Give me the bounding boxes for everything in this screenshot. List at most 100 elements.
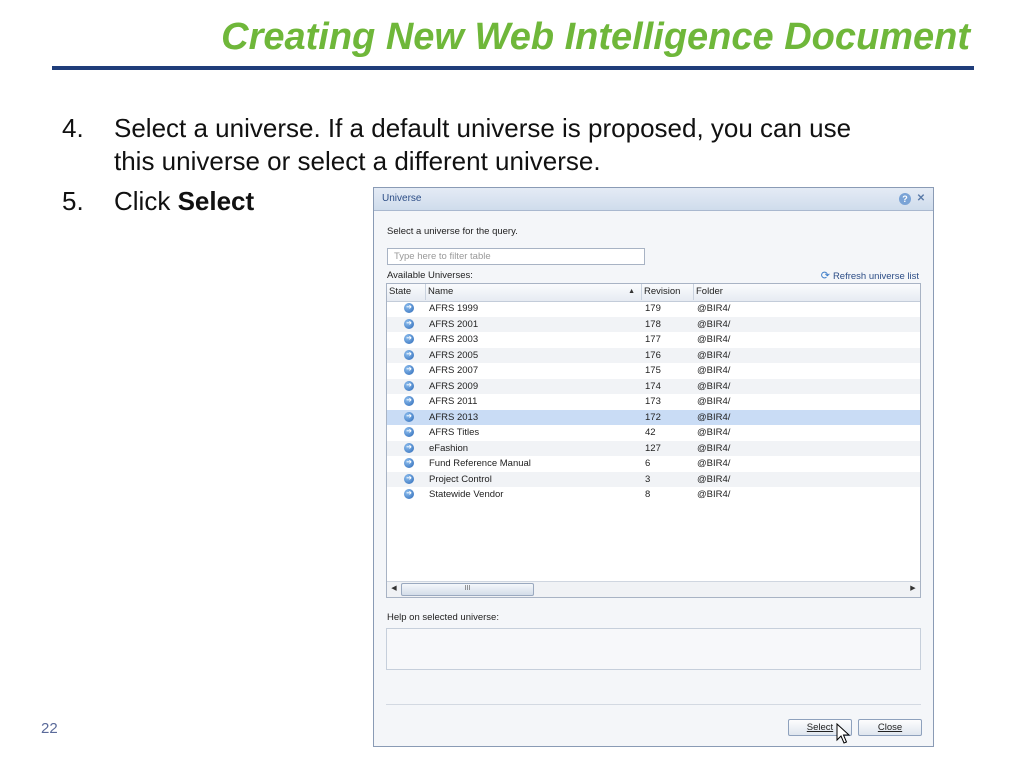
scroll-left-icon[interactable]: ◀ bbox=[388, 583, 400, 595]
refresh-universe-list-link[interactable]: ⟳ Refresh universe list bbox=[821, 269, 919, 282]
cell-folder: @BIR4/ bbox=[697, 411, 731, 423]
universe-state-icon: ➜ bbox=[404, 489, 414, 499]
help-icon[interactable]: ? bbox=[899, 193, 911, 205]
cell-name: AFRS Titles bbox=[429, 427, 480, 438]
select-button-label: Select bbox=[806, 722, 834, 733]
table-row[interactable]: ➜ Statewide Vendor 8 @BIR4/ bbox=[387, 487, 920, 503]
cell-revision: 174 bbox=[645, 380, 661, 392]
refresh-icon: ⟳ bbox=[820, 270, 830, 282]
available-universes-label: Available Universes: bbox=[387, 270, 473, 281]
universe-state-icon: ➜ bbox=[404, 365, 414, 375]
universe-state-icon: ➜ bbox=[404, 458, 414, 468]
cell-name: eFashion bbox=[429, 442, 469, 454]
close-icon[interactable]: ✕ bbox=[915, 193, 927, 205]
cell-revision: 176 bbox=[645, 349, 661, 361]
filter-input[interactable] bbox=[387, 248, 645, 265]
cell-folder: @BIR4/ bbox=[697, 458, 731, 469]
cell-name: Project Control bbox=[429, 473, 492, 485]
cell-name: AFRS 2001 bbox=[429, 318, 479, 330]
page-number: 22 bbox=[41, 720, 58, 737]
universe-state-icon: ➜ bbox=[404, 473, 414, 484]
table-row[interactable]: ➜ AFRS 2013 172 @BIR4/ bbox=[387, 409, 920, 425]
table-row[interactable]: ➜ eFashion 127 @BIR4/ bbox=[387, 440, 920, 456]
cell-folder: @BIR4/ bbox=[697, 365, 731, 376]
table-row[interactable]: ➜ Project Control 3 @BIR4/ bbox=[387, 471, 920, 487]
universe-state-icon: ➜ bbox=[404, 427, 414, 437]
cell-folder: @BIR4/ bbox=[697, 303, 731, 314]
sort-ascending-icon: ▲ bbox=[628, 288, 635, 295]
step-text-line-2: this universe or select a different univ… bbox=[114, 146, 601, 176]
close-button[interactable]: Close bbox=[858, 719, 922, 736]
column-header-folder[interactable]: Folder bbox=[694, 284, 920, 300]
step-text: Click Select bbox=[114, 185, 254, 218]
cell-name: AFRS 2003 bbox=[429, 334, 479, 345]
universe-state-icon: ➜ bbox=[404, 303, 414, 313]
universe-state-icon: ➜ bbox=[404, 380, 414, 391]
cell-folder: @BIR4/ bbox=[697, 396, 731, 407]
column-header-name[interactable]: Name ▲ bbox=[426, 284, 642, 300]
table-row[interactable]: ➜ AFRS Titles 42 @BIR4/ bbox=[387, 425, 920, 441]
cell-revision: 178 bbox=[645, 318, 661, 330]
title-rule bbox=[52, 66, 974, 70]
table-row[interactable]: ➜ AFRS 2009 174 @BIR4/ bbox=[387, 378, 920, 394]
help-text-area bbox=[386, 628, 921, 670]
cell-revision: 175 bbox=[645, 365, 661, 376]
scroll-right-icon[interactable]: ▶ bbox=[907, 583, 919, 595]
dialog-title-bar: Universe ? ✕ bbox=[374, 188, 933, 211]
cell-folder: @BIR4/ bbox=[697, 380, 731, 392]
cell-revision: 177 bbox=[645, 334, 661, 345]
table-row[interactable]: ➜ Fund Reference Manual 6 @BIR4/ bbox=[387, 456, 920, 472]
universe-state-icon: ➜ bbox=[404, 442, 414, 453]
column-header-revision[interactable]: Revision bbox=[642, 284, 694, 300]
cell-folder: @BIR4/ bbox=[697, 318, 731, 330]
step-number: 5. bbox=[62, 186, 84, 216]
universe-dialog: Universe ? ✕ Select a universe for the q… bbox=[373, 187, 934, 747]
mouse-pointer-icon bbox=[836, 723, 850, 744]
close-button-label: Close bbox=[877, 722, 903, 733]
cell-folder: @BIR4/ bbox=[697, 334, 731, 345]
cell-folder: @BIR4/ bbox=[697, 442, 731, 454]
refresh-label: Refresh universe list bbox=[832, 271, 919, 282]
table-row[interactable]: ➜ AFRS 1999 179 @BIR4/ bbox=[387, 301, 920, 317]
universe-state-icon: ➜ bbox=[404, 411, 414, 422]
dialog-prompt: Select a universe for the query. bbox=[387, 226, 518, 237]
step-text-line-1: Select a universe. If a default universe… bbox=[114, 113, 852, 143]
step-prefix: Click bbox=[114, 186, 178, 216]
universe-table: State Name ▲ Revision Folder ➜ AFRS 1999 17… bbox=[386, 283, 921, 598]
cell-revision: 179 bbox=[645, 303, 661, 314]
help-label: Help on selected universe: bbox=[387, 612, 499, 623]
table-header: State Name ▲ Revision Folder bbox=[387, 284, 920, 302]
table-row[interactable]: ➜ AFRS 2005 176 @BIR4/ bbox=[387, 347, 920, 363]
universe-state-icon: ➜ bbox=[404, 396, 414, 406]
table-row[interactable]: ➜ AFRS 2007 175 @BIR4/ bbox=[387, 363, 920, 379]
cell-revision: 127 bbox=[645, 442, 661, 454]
cell-revision: 42 bbox=[645, 427, 656, 438]
cell-name: AFRS 2011 bbox=[429, 396, 478, 407]
cell-folder: @BIR4/ bbox=[697, 473, 731, 485]
cell-revision: 173 bbox=[645, 396, 661, 407]
cell-revision: 3 bbox=[645, 473, 651, 485]
universe-state-icon: ➜ bbox=[404, 349, 414, 360]
step-number: 4. bbox=[62, 113, 84, 143]
step-emphasis: Select bbox=[177, 186, 255, 216]
table-row[interactable]: ➜ AFRS 2001 178 @BIR4/ bbox=[387, 316, 920, 332]
table-row[interactable]: ➜ AFRS 2003 177 @BIR4/ bbox=[387, 332, 920, 348]
cell-revision: 6 bbox=[645, 458, 651, 469]
cell-name: Statewide Vendor bbox=[429, 489, 504, 500]
cell-name: Fund Reference Manual bbox=[429, 458, 531, 469]
cell-name: AFRS 1999 bbox=[429, 303, 479, 314]
cell-revision: 172 bbox=[645, 411, 661, 423]
universe-state-icon: ➜ bbox=[404, 318, 414, 329]
cell-revision: 8 bbox=[645, 489, 651, 500]
column-header-state[interactable]: State bbox=[387, 284, 426, 300]
footer-divider bbox=[386, 704, 921, 705]
cell-name: AFRS 2013 bbox=[429, 411, 479, 423]
cell-name: AFRS 2009 bbox=[429, 380, 479, 392]
scroll-thumb[interactable]: III bbox=[401, 583, 534, 596]
table-row[interactable]: ➜ AFRS 2011 173 @BIR4/ bbox=[387, 394, 920, 410]
universe-state-icon: ➜ bbox=[404, 334, 414, 344]
horizontal-scrollbar[interactable]: ◀ III ▶ bbox=[387, 581, 920, 597]
dialog-title: Universe bbox=[382, 193, 422, 204]
cell-folder: @BIR4/ bbox=[697, 489, 731, 500]
cell-folder: @BIR4/ bbox=[697, 427, 731, 438]
